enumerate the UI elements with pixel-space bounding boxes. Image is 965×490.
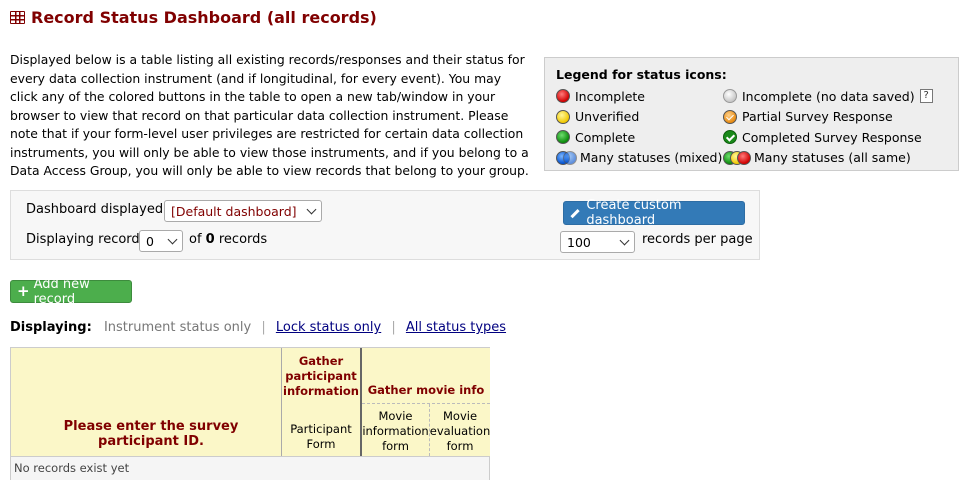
pencil-icon: [570, 208, 580, 218]
display-mode-current: Instrument status only: [103, 320, 252, 335]
help-icon[interactable]: ?: [919, 89, 933, 104]
complete-icon: [556, 130, 570, 145]
legend-item: Complete: [556, 127, 722, 148]
page-title-text: Record Status Dashboard (all records): [31, 8, 377, 27]
create-custom-dashboard-button[interactable]: Create custom dashboard: [563, 198, 745, 228]
legend-item: Unverified: [556, 107, 722, 128]
add-new-record-button[interactable]: + Add new record: [10, 277, 132, 307]
empty-table-message: No records exist yet: [11, 456, 489, 480]
legend-item: Partial Survey Response: [723, 107, 933, 128]
completed-survey-icon: [723, 130, 737, 145]
dashboard-label: Dashboard displayed:: [26, 202, 168, 217]
display-mode-label: Displaying:: [10, 320, 92, 335]
chevron-down-icon: [167, 234, 178, 244]
legend-item: Incomplete (no data saved)?: [723, 86, 933, 107]
dashboard-select[interactable]: [Default dashboard]: [164, 200, 322, 222]
unverified-icon: [556, 109, 570, 124]
form-header: Movie information form: [362, 404, 430, 456]
legend-item: Many statuses (mixed): [556, 148, 722, 169]
status-legend: Legend for status icons: Incomplete Unve…: [544, 57, 959, 171]
incomplete-no-data-icon: [723, 89, 737, 104]
instrument-group-header: Gather participant information: [282, 348, 362, 404]
records-per-page-select[interactable]: 100: [560, 231, 635, 253]
legend-title: Legend for status icons:: [556, 67, 727, 82]
partial-survey-icon: [723, 109, 737, 124]
record-status-table: Please enter the survey participant ID. …: [10, 347, 490, 480]
legend-item: Completed Survey Response: [723, 127, 933, 148]
instrument-group-header: Gather movie info: [362, 348, 490, 404]
record-count-text: of 0 records: [189, 232, 268, 247]
display-mode-bar: Displaying: Instrument status only | Loc…: [10, 320, 507, 335]
legend-item: Many statuses (all same): [723, 148, 933, 169]
legend-item: Incomplete: [556, 86, 722, 107]
incomplete-icon: [556, 89, 570, 104]
page-description: Displayed below is a table listing all e…: [10, 52, 529, 178]
many-statuses-mixed-icon: [556, 150, 577, 165]
legend-right-column: Incomplete (no data saved)? Partial Surv…: [723, 86, 933, 168]
chevron-down-icon: [619, 235, 630, 245]
form-header: Participant Form: [282, 404, 362, 456]
plus-icon: +: [17, 282, 30, 300]
legend-left-column: Incomplete Unverified Complete Many stat…: [556, 86, 722, 168]
dashboard-controls-panel: Dashboard displayed: [Default dashboard]…: [10, 190, 760, 260]
all-status-types-link[interactable]: All status types: [406, 320, 506, 335]
page-title: Record Status Dashboard (all records): [10, 8, 377, 27]
table-icon: [10, 11, 25, 24]
form-header: Movie evaluation form: [430, 404, 490, 456]
chevron-down-icon: [306, 204, 317, 214]
record-page-select[interactable]: 0: [139, 230, 183, 252]
many-statuses-same-icon: [723, 150, 751, 165]
lock-status-link[interactable]: Lock status only: [276, 320, 381, 335]
record-id-header: Please enter the survey participant ID.: [11, 348, 282, 456]
displaying-record-label: Displaying record: [26, 232, 140, 247]
records-per-page-label: records per page: [642, 232, 753, 247]
